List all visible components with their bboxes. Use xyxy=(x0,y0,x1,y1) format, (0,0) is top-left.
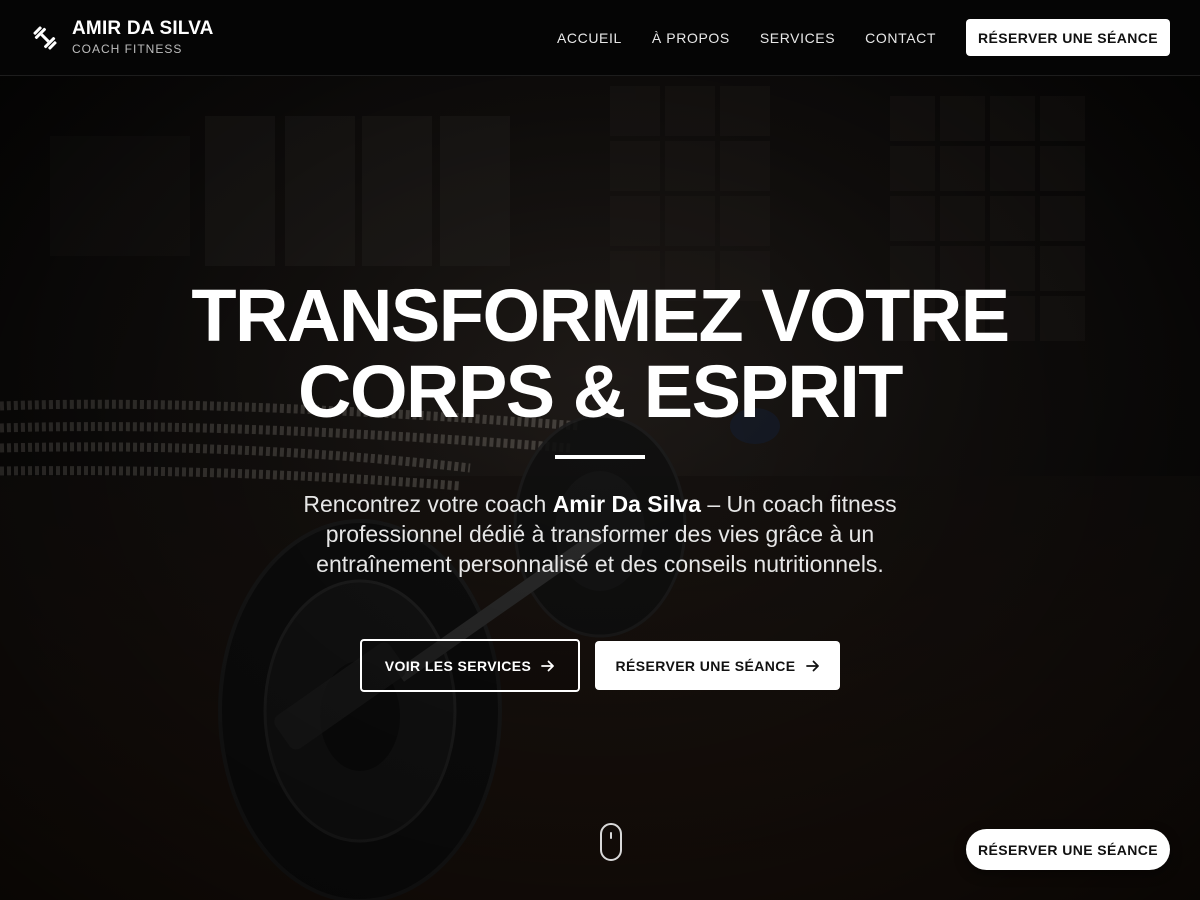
brand-subtitle: COACH FITNESS xyxy=(72,41,183,56)
coach-name: Amir Da Silva xyxy=(552,491,701,517)
header-book-session-button[interactable]: RÉSERVER UNE SÉANCE xyxy=(966,19,1170,56)
brand-logo[interactable]: AMIR DA SILVA COACH FITNESS xyxy=(30,17,214,57)
site-header: AMIR DA SILVA COACH FITNESS ACCUEIL À PR… xyxy=(0,0,1200,76)
hero-title-line-2: CORPS & ESPRIT xyxy=(298,350,904,433)
arrow-right-icon xyxy=(541,659,555,673)
mouse-scroll-icon[interactable] xyxy=(600,823,622,861)
hero-title: TRANSFORMEZ VOTRE CORPS & ESPRIT xyxy=(0,278,1200,430)
view-services-button[interactable]: VOIR LES SERVICES xyxy=(360,639,580,692)
nav-link-a-propos[interactable]: À PROPOS xyxy=(652,30,730,46)
hero-divider xyxy=(555,455,645,459)
brand-name: AMIR DA SILVA xyxy=(72,17,214,39)
view-services-label: VOIR LES SERVICES xyxy=(384,657,532,674)
floating-book-session-button[interactable]: RÉSERVER UNE SÉANCE xyxy=(966,829,1170,870)
dumbbell-icon xyxy=(30,23,60,53)
hero-title-line-1: TRANSFORMEZ VOTRE xyxy=(191,274,1010,357)
main-nav: ACCUEIL À PROPOS SERVICES CONTACT RÉSERV… xyxy=(557,19,1170,56)
nav-link-services[interactable]: SERVICES xyxy=(760,30,835,46)
hero-book-session-label: RÉSERVER UNE SÉANCE xyxy=(615,657,796,674)
hero-book-session-button[interactable]: RÉSERVER UNE SÉANCE xyxy=(595,641,840,690)
nav-link-accueil[interactable]: ACCUEIL xyxy=(557,30,622,46)
nav-link-contact[interactable]: CONTACT xyxy=(865,30,936,46)
hero-description: Rencontrez votre coach Amir Da Silva – U… xyxy=(303,491,897,577)
hero-section xyxy=(0,76,1200,900)
arrow-right-icon xyxy=(805,659,820,673)
